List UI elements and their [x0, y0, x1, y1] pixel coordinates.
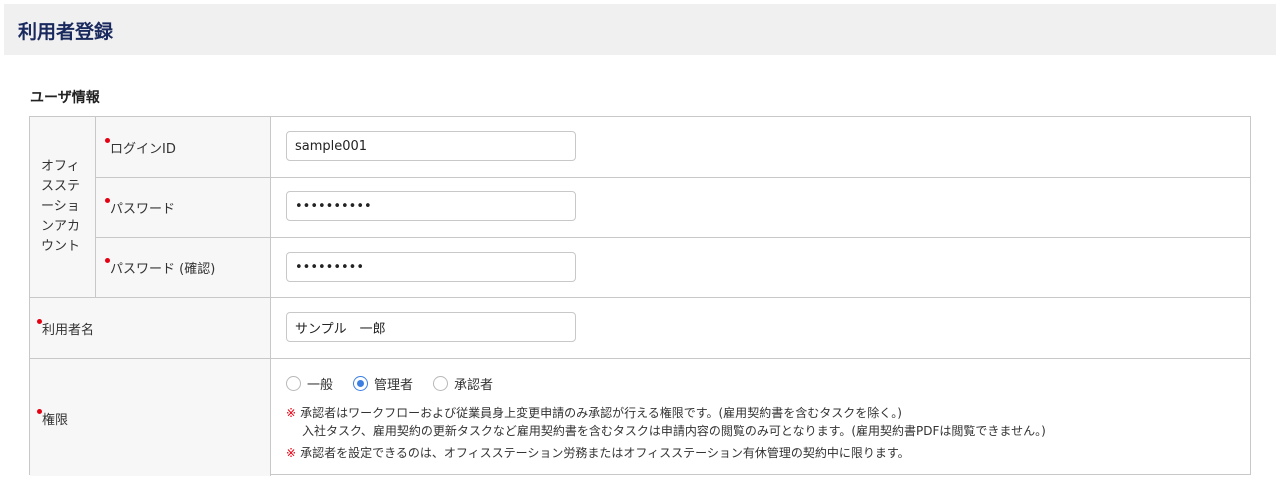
radio-option-admin[interactable]: 管理者	[353, 374, 413, 393]
password-input[interactable]	[286, 191, 576, 221]
page-header: 利用者登録	[4, 4, 1276, 55]
section-title: ユーザ情報	[30, 90, 100, 106]
permission-radio-group: 一般 管理者 承認者	[286, 374, 513, 393]
office-account-group-text: オフィスステーションアカウント	[41, 159, 81, 254]
note-mark: ※	[286, 406, 297, 420]
radio-label: 一般	[307, 377, 334, 393]
radio-button[interactable]	[286, 375, 301, 391]
row-divider	[271, 177, 1250, 178]
permission-note-1: ※ 承認者はワークフローおよび従業員身上変更申請のみ承認が行える権限です。(雇用契…	[286, 404, 902, 421]
password-confirm-label: パスワード (確認)	[110, 262, 216, 277]
radio-option-general[interactable]: 一般	[286, 374, 333, 393]
row-divider	[271, 237, 1250, 238]
note-text: 承認者を設定できるのは、オフィスステーション労務またはオフィスステーション有休管…	[300, 446, 910, 460]
office-account-group-label: オフィスステーションアカウント	[30, 117, 96, 297]
page-title: 利用者登録	[18, 21, 114, 43]
password-label: パスワード	[110, 202, 176, 217]
row-divider	[271, 358, 1250, 359]
note-mark: ※	[286, 446, 297, 460]
radio-button-selected[interactable]	[353, 375, 369, 391]
radio-option-approver[interactable]: 承認者	[433, 374, 493, 393]
login-id-label: ログインID	[110, 142, 176, 157]
permission-label: 権限	[42, 413, 69, 428]
password-confirm-input[interactable]	[286, 252, 576, 282]
user-info-form: オフィスステーションアカウント ログインID パスワード パスワード (確認) …	[29, 116, 1251, 476]
radio-label: 管理者	[374, 377, 414, 393]
radio-label: 承認者	[454, 377, 494, 393]
user-name-label: 利用者名	[42, 323, 95, 338]
login-id-input[interactable]	[286, 131, 576, 161]
permission-note-1-continued: 入社タスク、雇用契約の更新タスクなど雇用契約書を含むタスクは申請内容の閲覧のみ可…	[302, 422, 1046, 439]
user-name-input[interactable]	[286, 312, 576, 342]
note-text: 承認者はワークフローおよび従業員身上変更申請のみ承認が行える権限です。(雇用契約…	[300, 406, 902, 420]
note-text: 入社タスク、雇用契約の更新タスクなど雇用契約書を含むタスクは申請内容の閲覧のみ可…	[302, 424, 1046, 438]
row-divider	[271, 297, 1250, 298]
radio-button[interactable]	[433, 375, 449, 391]
permission-note-2: ※ 承認者を設定できるのは、オフィスステーション労務またはオフィスステーション有休…	[286, 444, 910, 461]
